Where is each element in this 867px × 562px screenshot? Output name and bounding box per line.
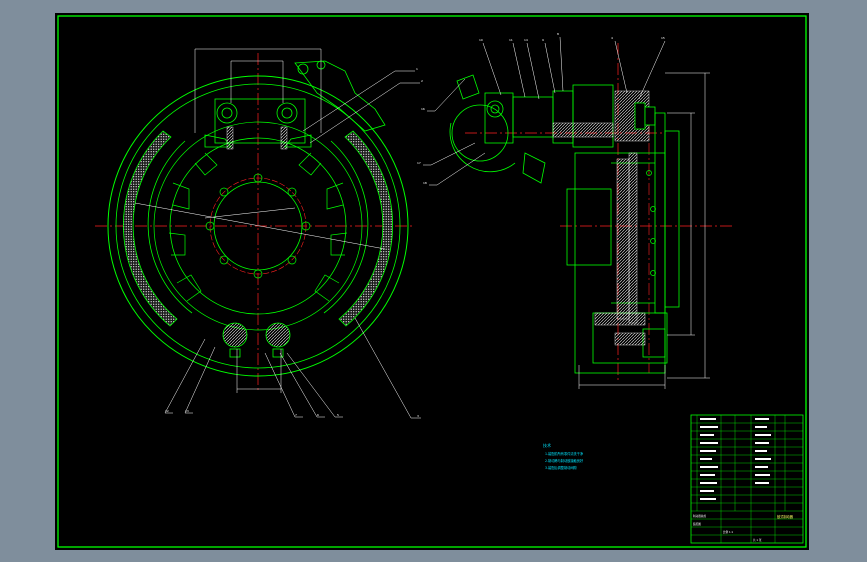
anchor-pins (222, 322, 291, 358)
title-block-cell: 共 1 张 (753, 538, 762, 542)
parts-list-row (700, 418, 716, 420)
parts-list-row (755, 482, 769, 484)
shoe-web-section (616, 158, 630, 320)
boot (644, 106, 656, 126)
brake-lining-right (338, 130, 394, 327)
cylinder-spring (280, 126, 288, 150)
part-leader (614, 40, 628, 94)
bracket-hatch (552, 122, 614, 138)
lining-section (628, 152, 638, 324)
part-leader (544, 42, 556, 94)
svg-text:14: 14 (524, 38, 528, 42)
shoe-rib (330, 232, 348, 256)
svg-text:16: 16 (421, 107, 425, 111)
parts-list-row (700, 442, 718, 444)
svg-text:3: 3 (417, 414, 419, 418)
svg-text:17: 17 (417, 161, 421, 165)
parts-list-row (700, 426, 718, 428)
brake-assembly-drawing: 1 2 12 13 7 6 5 3 10 11 14 9 8 4 15 16 1… (57, 15, 807, 548)
piston-cap (634, 102, 646, 130)
part-leader (559, 36, 564, 92)
part-leader (429, 152, 486, 186)
part-leader (354, 317, 421, 419)
drawing-name: 鼓式制动器 (777, 514, 794, 519)
parts-list-row (700, 474, 715, 476)
parts-list-row (700, 498, 716, 500)
parts-list-row (755, 466, 768, 468)
svg-text:11: 11 (509, 38, 513, 42)
cad-viewport[interactable]: 1 2 12 13 7 6 5 3 10 11 14 9 8 4 15 16 1… (55, 13, 809, 550)
parts-list-row (755, 474, 770, 476)
front-view: 1 2 12 13 7 6 5 3 (95, 48, 423, 419)
parts-list-row (755, 418, 769, 420)
cylinder-spring (226, 126, 234, 150)
svg-text:6: 6 (317, 413, 319, 417)
svg-text:18: 18 (423, 181, 427, 185)
parts-list-row (755, 426, 767, 428)
title-block-cell: 装配图 (693, 522, 701, 526)
svg-text:10: 10 (479, 38, 483, 42)
part-leader (302, 70, 415, 132)
parts-list-row (700, 450, 716, 452)
parts-list-row (755, 458, 771, 460)
notes-title: 技术 (543, 442, 551, 448)
parts-list-row (700, 458, 712, 460)
shoe-rib (298, 152, 322, 176)
side-section-view: 10 11 14 9 8 4 15 16 17 18 (417, 32, 735, 389)
parts-list-row (700, 434, 714, 436)
diameter-leader (134, 202, 386, 250)
svg-text:9: 9 (542, 38, 544, 42)
shoe-rib (314, 274, 340, 302)
svg-text:8: 8 (557, 32, 559, 36)
shoe-rib (194, 152, 218, 176)
notes-line-2: 2.制动蹄与制动鼓接触良好 (545, 458, 584, 463)
title-block: 鼓式制动器 制动器总成 装配图 比例 1:1 共 1 张 (690, 414, 804, 544)
part-leader (638, 40, 666, 100)
title-block-cell: 比例 1:1 (723, 530, 734, 534)
part-leader (427, 78, 466, 112)
parts-list-row (755, 442, 769, 444)
shoe-rib (168, 232, 186, 256)
anchor-section (614, 332, 646, 346)
part-leader (512, 42, 526, 98)
svg-text:5: 5 (337, 413, 339, 417)
parts-list-row (755, 434, 771, 436)
svg-text:1: 1 (416, 67, 418, 71)
svg-text:13: 13 (185, 409, 189, 413)
wheel-bolt-hole (287, 187, 297, 197)
part-leader (279, 352, 325, 418)
part-leader (482, 42, 502, 96)
drum-section-inner (566, 188, 612, 266)
parts-list-row (700, 482, 717, 484)
parts-list-row (700, 490, 714, 492)
parts-list-row (700, 466, 718, 468)
svg-text:15: 15 (661, 36, 665, 40)
parts-list-row (755, 450, 767, 452)
svg-text:2: 2 (421, 79, 423, 83)
part-leader (184, 346, 216, 414)
part-leader (164, 338, 206, 414)
technical-notes: 技术 1.装配前所有零件清洗干净 2.制动蹄与制动鼓接触良好 3.装配后调整制动… (543, 442, 584, 470)
backing-plate-section (594, 312, 646, 326)
svg-text:4: 4 (611, 36, 613, 40)
notes-line-3: 3.装配后调整制动间隙 (545, 465, 578, 470)
svg-text:12: 12 (165, 409, 169, 413)
shoe-rib (176, 274, 202, 302)
part-leader (423, 142, 476, 166)
title-block-cell: 制动器总成 (693, 514, 706, 518)
brake-lining-left (122, 130, 178, 327)
part-leader (526, 42, 540, 100)
svg-text:7: 7 (295, 413, 297, 417)
notes-line-1: 1.装配前所有零件清洗干净 (545, 451, 584, 456)
diameter-leader-2 (204, 207, 296, 219)
